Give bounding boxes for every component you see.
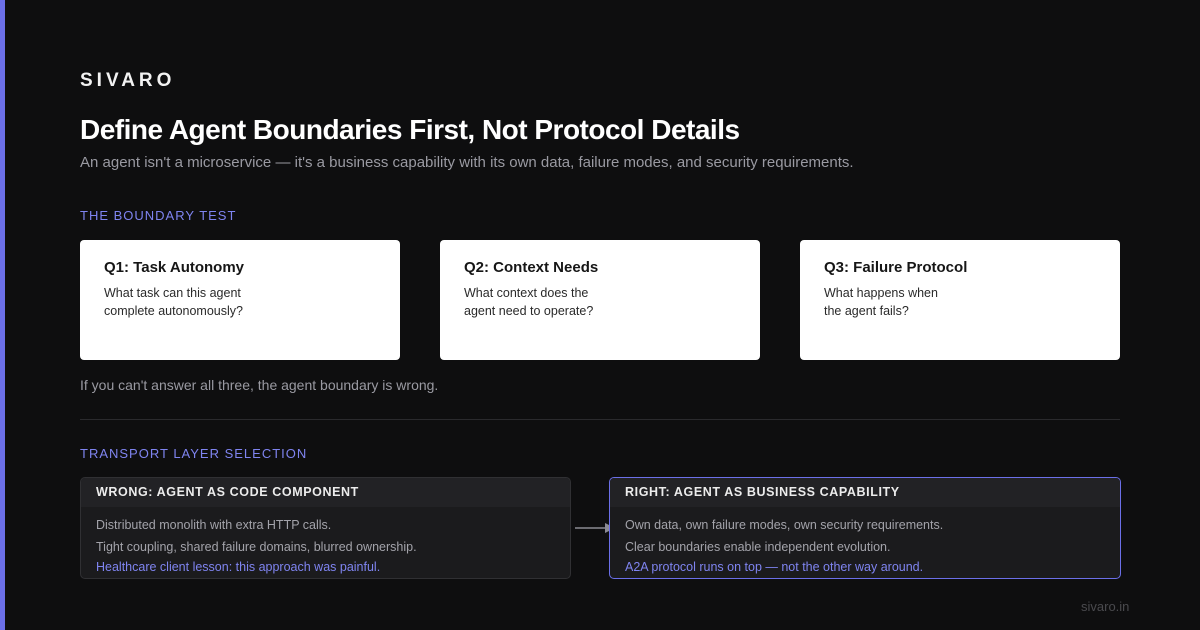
panel-line: Own data, own failure modes, own securit…	[625, 518, 944, 532]
page-subtitle: An agent isn't a microservice — it's a b…	[80, 154, 854, 171]
panel-highlight: Healthcare client lesson: this approach …	[96, 560, 381, 574]
boundary-test-note: If you can't answer all three, the agent…	[80, 377, 439, 393]
section-label-boundary-test: THE BOUNDARY TEST	[80, 208, 237, 223]
section-divider	[80, 419, 1120, 420]
footer-url: sivaro.in	[1081, 599, 1130, 614]
question-text: What context does the	[464, 286, 589, 300]
panel-heading: WRONG: AGENT AS CODE COMPONENT	[81, 478, 570, 507]
section-label-transport: TRANSPORT LAYER SELECTION	[80, 446, 308, 461]
question-text: What happens when	[824, 286, 938, 300]
accent-bar	[0, 0, 5, 630]
wrong-approach-panel: WRONG: AGENT AS CODE COMPONENT Distribut…	[80, 477, 571, 579]
question-card-task-autonomy: Q1: Task Autonomy What task can this age…	[80, 240, 400, 360]
question-text: What task can this agent	[104, 286, 241, 300]
panel-line: Tight coupling, shared failure domains, …	[96, 540, 417, 554]
panel-line: Clear boundaries enable independent evol…	[625, 540, 891, 554]
question-card-failure-protocol: Q3: Failure Protocol What happens when t…	[800, 240, 1120, 360]
panel-line: Distributed monolith with extra HTTP cal…	[96, 518, 332, 532]
question-title: Q2: Context Needs	[464, 259, 599, 276]
question-text: agent need to operate?	[464, 304, 594, 318]
brand-logo: SIVARO	[80, 70, 176, 91]
question-title: Q3: Failure Protocol	[824, 259, 968, 276]
question-card-context-needs: Q2: Context Needs What context does the …	[440, 240, 760, 360]
page-title: Define Agent Boundaries First, Not Proto…	[80, 114, 740, 145]
question-text: complete autonomously?	[104, 304, 243, 318]
panel-highlight: A2A protocol runs on top — not the other…	[625, 560, 924, 574]
right-approach-panel: RIGHT: AGENT AS BUSINESS CAPABILITY Own …	[609, 477, 1121, 579]
question-title: Q1: Task Autonomy	[104, 259, 245, 276]
panel-heading: RIGHT: AGENT AS BUSINESS CAPABILITY	[610, 478, 1120, 507]
question-text: the agent fails?	[824, 304, 909, 318]
